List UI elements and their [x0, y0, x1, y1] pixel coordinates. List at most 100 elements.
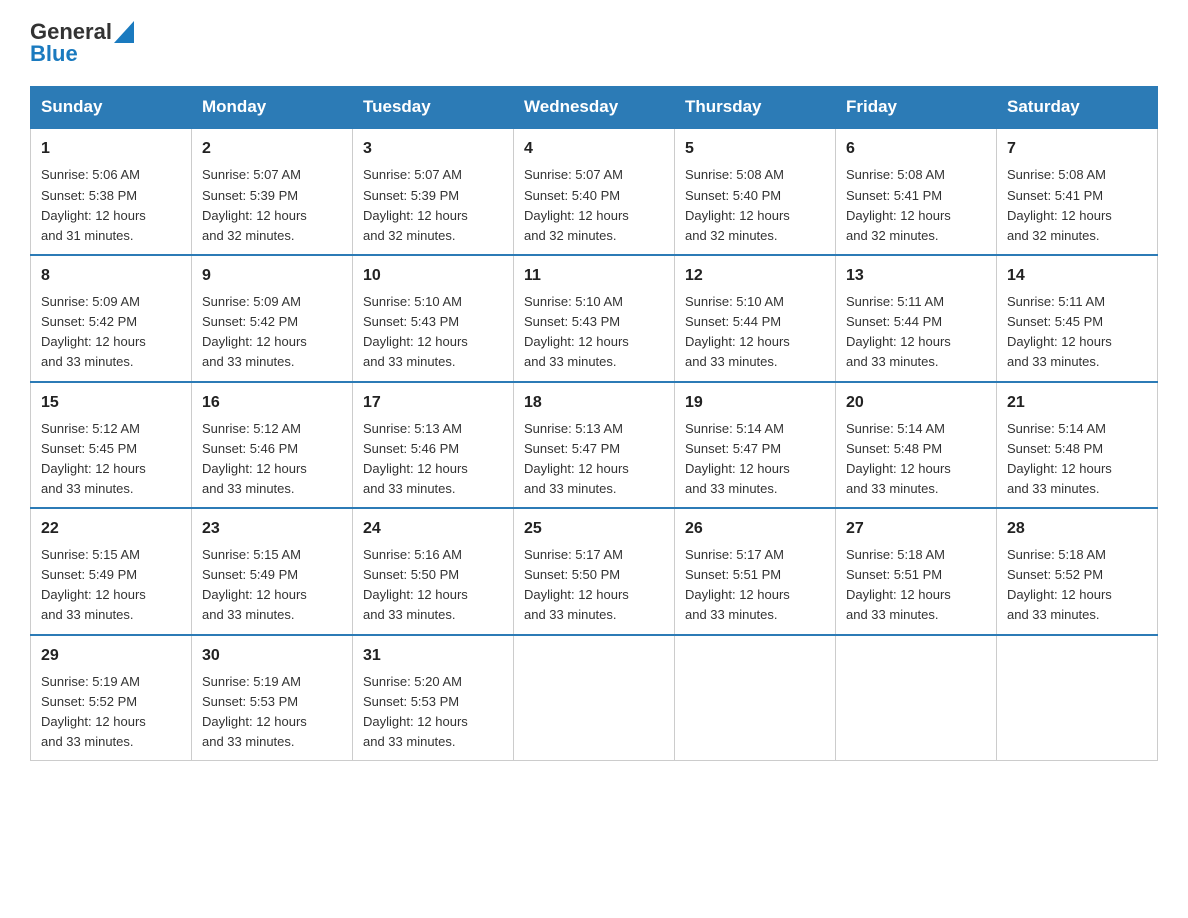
calendar-cell: 1 Sunrise: 5:06 AMSunset: 5:38 PMDayligh…	[31, 128, 192, 255]
day-info: Sunrise: 5:06 AMSunset: 5:38 PMDaylight:…	[41, 167, 146, 242]
calendar-cell: 2 Sunrise: 5:07 AMSunset: 5:39 PMDayligh…	[192, 128, 353, 255]
day-info: Sunrise: 5:20 AMSunset: 5:53 PMDaylight:…	[363, 674, 468, 749]
day-info: Sunrise: 5:10 AMSunset: 5:43 PMDaylight:…	[363, 294, 468, 369]
day-info: Sunrise: 5:12 AMSunset: 5:46 PMDaylight:…	[202, 421, 307, 496]
day-info: Sunrise: 5:18 AMSunset: 5:52 PMDaylight:…	[1007, 547, 1112, 622]
day-info: Sunrise: 5:11 AMSunset: 5:44 PMDaylight:…	[846, 294, 951, 369]
day-number: 1	[41, 137, 181, 161]
day-info: Sunrise: 5:12 AMSunset: 5:45 PMDaylight:…	[41, 421, 146, 496]
day-info: Sunrise: 5:17 AMSunset: 5:51 PMDaylight:…	[685, 547, 790, 622]
calendar-cell: 26 Sunrise: 5:17 AMSunset: 5:51 PMDaylig…	[675, 508, 836, 635]
day-number: 24	[363, 517, 503, 541]
day-info: Sunrise: 5:19 AMSunset: 5:52 PMDaylight:…	[41, 674, 146, 749]
calendar-cell: 22 Sunrise: 5:15 AMSunset: 5:49 PMDaylig…	[31, 508, 192, 635]
calendar-cell	[997, 635, 1158, 761]
calendar-cell: 6 Sunrise: 5:08 AMSunset: 5:41 PMDayligh…	[836, 128, 997, 255]
week-row-2: 8 Sunrise: 5:09 AMSunset: 5:42 PMDayligh…	[31, 255, 1158, 382]
day-number: 27	[846, 517, 986, 541]
calendar-cell: 18 Sunrise: 5:13 AMSunset: 5:47 PMDaylig…	[514, 382, 675, 509]
calendar-cell: 23 Sunrise: 5:15 AMSunset: 5:49 PMDaylig…	[192, 508, 353, 635]
week-row-5: 29 Sunrise: 5:19 AMSunset: 5:52 PMDaylig…	[31, 635, 1158, 761]
calendar-cell: 7 Sunrise: 5:08 AMSunset: 5:41 PMDayligh…	[997, 128, 1158, 255]
day-number: 2	[202, 137, 342, 161]
day-number: 30	[202, 644, 342, 668]
day-info: Sunrise: 5:09 AMSunset: 5:42 PMDaylight:…	[41, 294, 146, 369]
day-number: 11	[524, 264, 664, 288]
day-info: Sunrise: 5:19 AMSunset: 5:53 PMDaylight:…	[202, 674, 307, 749]
day-info: Sunrise: 5:09 AMSunset: 5:42 PMDaylight:…	[202, 294, 307, 369]
day-info: Sunrise: 5:13 AMSunset: 5:47 PMDaylight:…	[524, 421, 629, 496]
calendar-cell: 27 Sunrise: 5:18 AMSunset: 5:51 PMDaylig…	[836, 508, 997, 635]
day-info: Sunrise: 5:15 AMSunset: 5:49 PMDaylight:…	[41, 547, 146, 622]
day-info: Sunrise: 5:10 AMSunset: 5:44 PMDaylight:…	[685, 294, 790, 369]
calendar-cell: 28 Sunrise: 5:18 AMSunset: 5:52 PMDaylig…	[997, 508, 1158, 635]
day-number: 13	[846, 264, 986, 288]
day-info: Sunrise: 5:10 AMSunset: 5:43 PMDaylight:…	[524, 294, 629, 369]
day-number: 25	[524, 517, 664, 541]
day-number: 15	[41, 391, 181, 415]
calendar-cell: 16 Sunrise: 5:12 AMSunset: 5:46 PMDaylig…	[192, 382, 353, 509]
logo-blue-text: Blue	[30, 42, 78, 66]
col-header-tuesday: Tuesday	[353, 87, 514, 129]
day-number: 18	[524, 391, 664, 415]
day-info: Sunrise: 5:07 AMSunset: 5:39 PMDaylight:…	[363, 167, 468, 242]
day-number: 8	[41, 264, 181, 288]
day-number: 16	[202, 391, 342, 415]
day-info: Sunrise: 5:07 AMSunset: 5:39 PMDaylight:…	[202, 167, 307, 242]
calendar-cell: 4 Sunrise: 5:07 AMSunset: 5:40 PMDayligh…	[514, 128, 675, 255]
day-number: 7	[1007, 137, 1147, 161]
calendar-cell: 29 Sunrise: 5:19 AMSunset: 5:52 PMDaylig…	[31, 635, 192, 761]
day-number: 29	[41, 644, 181, 668]
day-number: 12	[685, 264, 825, 288]
day-number: 6	[846, 137, 986, 161]
col-header-thursday: Thursday	[675, 87, 836, 129]
calendar-cell	[514, 635, 675, 761]
logo-triangle-icon	[114, 21, 134, 43]
logo: General Blue	[30, 20, 134, 66]
calendar-cell: 25 Sunrise: 5:17 AMSunset: 5:50 PMDaylig…	[514, 508, 675, 635]
day-info: Sunrise: 5:13 AMSunset: 5:46 PMDaylight:…	[363, 421, 468, 496]
calendar-cell: 8 Sunrise: 5:09 AMSunset: 5:42 PMDayligh…	[31, 255, 192, 382]
calendar-cell: 12 Sunrise: 5:10 AMSunset: 5:44 PMDaylig…	[675, 255, 836, 382]
day-info: Sunrise: 5:16 AMSunset: 5:50 PMDaylight:…	[363, 547, 468, 622]
day-info: Sunrise: 5:15 AMSunset: 5:49 PMDaylight:…	[202, 547, 307, 622]
calendar-cell	[675, 635, 836, 761]
day-info: Sunrise: 5:14 AMSunset: 5:48 PMDaylight:…	[846, 421, 951, 496]
col-header-friday: Friday	[836, 87, 997, 129]
day-number: 4	[524, 137, 664, 161]
day-number: 20	[846, 391, 986, 415]
day-number: 23	[202, 517, 342, 541]
week-row-4: 22 Sunrise: 5:15 AMSunset: 5:49 PMDaylig…	[31, 508, 1158, 635]
calendar-cell: 19 Sunrise: 5:14 AMSunset: 5:47 PMDaylig…	[675, 382, 836, 509]
day-number: 9	[202, 264, 342, 288]
day-info: Sunrise: 5:08 AMSunset: 5:41 PMDaylight:…	[846, 167, 951, 242]
calendar-cell: 31 Sunrise: 5:20 AMSunset: 5:53 PMDaylig…	[353, 635, 514, 761]
day-info: Sunrise: 5:14 AMSunset: 5:47 PMDaylight:…	[685, 421, 790, 496]
day-info: Sunrise: 5:08 AMSunset: 5:40 PMDaylight:…	[685, 167, 790, 242]
calendar-cell	[836, 635, 997, 761]
calendar-cell: 17 Sunrise: 5:13 AMSunset: 5:46 PMDaylig…	[353, 382, 514, 509]
day-number: 3	[363, 137, 503, 161]
day-number: 21	[1007, 391, 1147, 415]
day-number: 19	[685, 391, 825, 415]
calendar-cell: 14 Sunrise: 5:11 AMSunset: 5:45 PMDaylig…	[997, 255, 1158, 382]
week-row-1: 1 Sunrise: 5:06 AMSunset: 5:38 PMDayligh…	[31, 128, 1158, 255]
day-number: 10	[363, 264, 503, 288]
calendar-cell: 11 Sunrise: 5:10 AMSunset: 5:43 PMDaylig…	[514, 255, 675, 382]
calendar-header-row: SundayMondayTuesdayWednesdayThursdayFrid…	[31, 87, 1158, 129]
calendar-cell: 15 Sunrise: 5:12 AMSunset: 5:45 PMDaylig…	[31, 382, 192, 509]
calendar-cell: 5 Sunrise: 5:08 AMSunset: 5:40 PMDayligh…	[675, 128, 836, 255]
day-info: Sunrise: 5:18 AMSunset: 5:51 PMDaylight:…	[846, 547, 951, 622]
page-header: General Blue	[30, 20, 1158, 66]
calendar-table: SundayMondayTuesdayWednesdayThursdayFrid…	[30, 86, 1158, 761]
calendar-cell: 13 Sunrise: 5:11 AMSunset: 5:44 PMDaylig…	[836, 255, 997, 382]
col-header-wednesday: Wednesday	[514, 87, 675, 129]
day-number: 26	[685, 517, 825, 541]
calendar-cell: 24 Sunrise: 5:16 AMSunset: 5:50 PMDaylig…	[353, 508, 514, 635]
day-info: Sunrise: 5:14 AMSunset: 5:48 PMDaylight:…	[1007, 421, 1112, 496]
day-info: Sunrise: 5:08 AMSunset: 5:41 PMDaylight:…	[1007, 167, 1112, 242]
calendar-cell: 21 Sunrise: 5:14 AMSunset: 5:48 PMDaylig…	[997, 382, 1158, 509]
calendar-cell: 30 Sunrise: 5:19 AMSunset: 5:53 PMDaylig…	[192, 635, 353, 761]
day-number: 17	[363, 391, 503, 415]
col-header-monday: Monday	[192, 87, 353, 129]
